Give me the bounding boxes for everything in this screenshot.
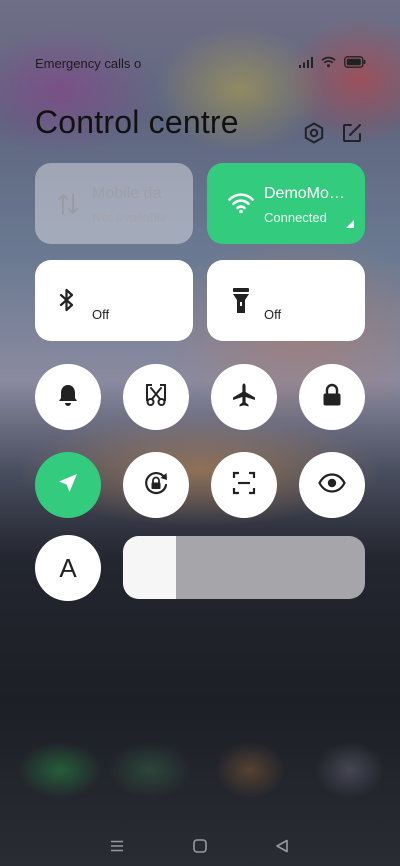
- brightness-slider-fill: [123, 536, 177, 599]
- bell-icon: [57, 383, 79, 412]
- mobile-data-status: Not available: [92, 210, 168, 225]
- reading-mode-toggle[interactable]: [299, 452, 365, 518]
- rotation-lock-icon: [142, 469, 170, 502]
- bluetooth-tile[interactable]: Off: [35, 260, 193, 341]
- status-icons: [299, 55, 366, 73]
- edit-icon[interactable]: [339, 120, 365, 146]
- battery-icon: [344, 55, 366, 73]
- ring-mode-toggle[interactable]: [35, 364, 101, 430]
- auto-brightness-icon: A: [59, 552, 77, 583]
- flashlight-tile[interactable]: Off: [207, 260, 365, 341]
- wifi-status: Connected: [264, 210, 327, 225]
- eye-icon: [318, 472, 346, 498]
- airplane-mode-toggle[interactable]: [211, 364, 277, 430]
- screenshot-toggle[interactable]: [123, 364, 189, 430]
- expand-corner-icon[interactable]: [346, 215, 354, 233]
- page-title: Control centre: [35, 104, 239, 140]
- mobile-data-icon: [57, 191, 79, 222]
- scan-toggle[interactable]: [211, 452, 277, 518]
- location-arrow-icon: [57, 472, 79, 499]
- mobile-data-tile[interactable]: Mobile da Not available: [35, 163, 193, 244]
- settings-icon[interactable]: [301, 120, 327, 146]
- brightness-slider[interactable]: [123, 536, 365, 599]
- wifi-icon: [228, 192, 254, 219]
- status-carrier-text: Emergency calls o: [35, 56, 142, 71]
- wifi-tile[interactable]: DemoMo… Connected: [207, 163, 365, 244]
- back-icon[interactable]: [270, 834, 294, 858]
- mobile-data-label: Mobile da: [92, 185, 162, 202]
- scissors-icon: [143, 382, 169, 413]
- wifi-network-name: DemoMo…: [264, 185, 345, 202]
- airplane-icon: [231, 382, 257, 413]
- wifi-icon: [321, 55, 336, 73]
- auto-brightness-button[interactable]: A: [35, 535, 101, 601]
- scan-icon: [231, 470, 257, 501]
- lock-screen-toggle[interactable]: [299, 364, 365, 430]
- auto-rotate-toggle[interactable]: [123, 452, 189, 518]
- signal-icon: [299, 55, 313, 73]
- flashlight-icon: [232, 287, 250, 320]
- flashlight-status: Off: [264, 307, 282, 322]
- location-toggle[interactable]: [35, 452, 101, 518]
- home-icon[interactable]: [188, 834, 212, 858]
- bluetooth-status: Off: [92, 307, 110, 322]
- bluetooth-icon: [59, 288, 75, 317]
- lock-icon: [321, 383, 343, 412]
- navigation-bar: [0, 826, 400, 866]
- menu-icon[interactable]: [105, 834, 129, 858]
